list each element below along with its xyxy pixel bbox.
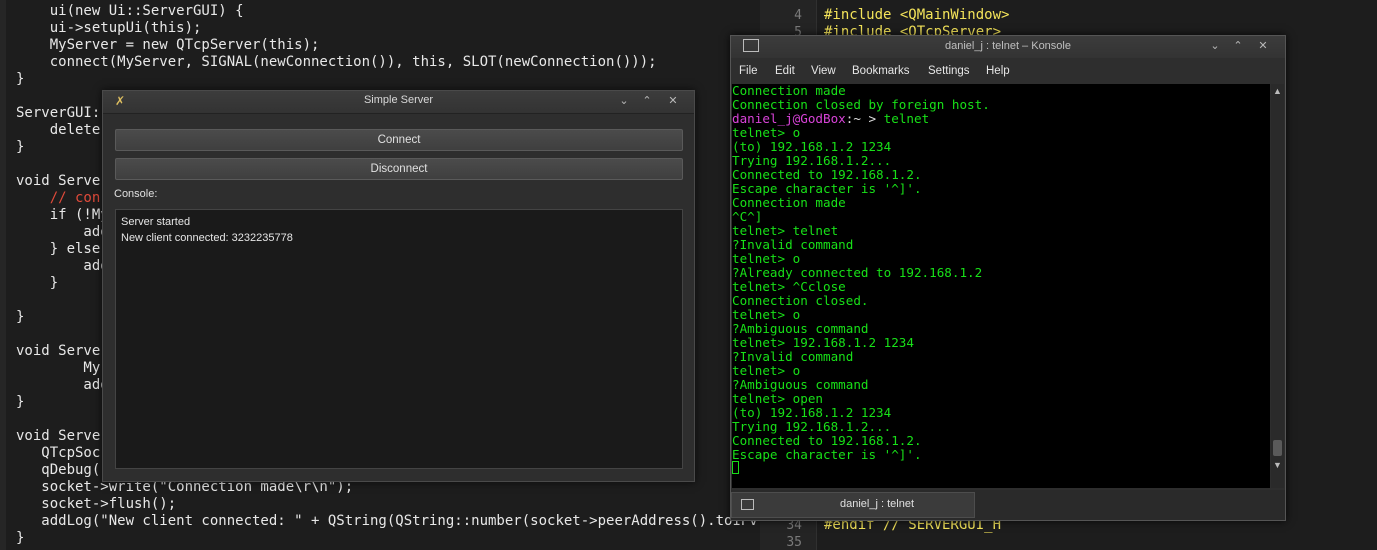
terminal-icon (741, 499, 754, 510)
code-line: delete (16, 122, 101, 138)
simple-server-window: ✗ Simple Server ⌄ ⌃ ✕ Connect Disconnect… (102, 90, 695, 482)
code-line: My (16, 360, 101, 376)
tab-bar: daniel_j : telnet (731, 490, 1285, 520)
terminal-line: Connected to 192.168.1.2. (732, 167, 922, 182)
terminal-line: telnet> o (732, 307, 801, 322)
terminal-line: Connected to 192.168.1.2. (732, 433, 922, 448)
code-line: ServerGUI:: (16, 105, 109, 121)
connect-button[interactable]: Connect (115, 129, 683, 151)
terminal-line: ^C^] (732, 209, 763, 224)
terminal-line: telnet> telnet (732, 223, 839, 238)
tab-label: daniel_j : telnet (840, 498, 914, 510)
terminal-line: (to) 192.168.1.2 1234 (732, 405, 892, 420)
terminal-line: telnet> o (732, 251, 801, 266)
maximize-chevron-up-icon[interactable]: ⌃ (639, 94, 655, 108)
window-titlebar[interactable]: ✗ Simple Server ⌄ ⌃ ✕ (103, 91, 694, 114)
code-line: MyServer = new QTcpServer(this); (16, 37, 320, 53)
terminal-line: Connection closed. (732, 293, 869, 308)
code-line: if (!My (16, 207, 109, 223)
prompt-user: daniel_j@GodBox (732, 111, 846, 126)
window-title: Simple Server (363, 94, 434, 106)
terminal-line: ?Invalid command (732, 349, 854, 364)
menu-file[interactable]: File (739, 65, 758, 77)
console-log[interactable]: Server started New client connected: 323… (115, 209, 683, 469)
line-number: 4 (794, 8, 802, 23)
code-line: } (16, 275, 59, 291)
close-icon[interactable]: ✕ (665, 94, 681, 108)
terminal-line: Trying 192.168.1.2... (732, 419, 892, 434)
terminal-line: telnet> open (732, 391, 823, 406)
code-line: void Serve (16, 343, 101, 359)
menu-help[interactable]: Help (986, 65, 1010, 77)
code-line: // con (16, 190, 101, 206)
terminal-line: Trying 192.168.1.2... (732, 153, 892, 168)
menu-settings[interactable]: Settings (928, 65, 970, 77)
menu-bookmarks[interactable]: Bookmarks (852, 65, 910, 77)
code-line: } (16, 309, 25, 325)
terminal-line: telnet> 192.168.1.2 1234 (732, 335, 914, 350)
terminal-line: (to) 192.168.1.2 1234 (732, 139, 892, 154)
terminal-cursor (732, 461, 739, 474)
terminal-line: ?Already connected to 192.168.1.2 (732, 265, 983, 280)
code-line: } (16, 71, 25, 87)
code-line: #include <QMainWindow> (824, 7, 1010, 23)
terminal-line: ?Invalid command (732, 237, 854, 252)
code-line: } (16, 139, 25, 155)
menu-bar: File Edit View Bookmarks Settings Help (731, 62, 1285, 82)
konsole-window: daniel_j : telnet – Konsole ⌄ ⌃ ✕ File E… (730, 35, 1286, 521)
code-line: ui->setupUi(this); (16, 20, 202, 36)
window-titlebar[interactable]: daniel_j : telnet – Konsole ⌄ ⌃ ✕ (731, 36, 1285, 58)
terminal-scrollbar[interactable]: ▲ ▼ (1271, 84, 1284, 488)
disconnect-button[interactable]: Disconnect (115, 158, 683, 180)
terminal-line: Connection made (732, 195, 846, 210)
terminal-line: telnet> ^Cclose (732, 279, 846, 294)
code-line: add (16, 377, 109, 393)
scroll-up-icon[interactable]: ▲ (1271, 84, 1284, 98)
console-line: Server started (121, 216, 191, 228)
terminal-line: Escape character is '^]'. (732, 181, 922, 196)
terminal-line: ?Ambiguous command (732, 377, 869, 392)
menu-view[interactable]: View (811, 65, 836, 77)
code-line: ui(new Ui::ServerGUI) { (16, 3, 244, 19)
menu-edit[interactable]: Edit (775, 65, 795, 77)
close-icon[interactable]: ✕ (1255, 39, 1271, 53)
code-line: addLog("New client connected: " + QStrin… (16, 513, 758, 529)
code-line: add (16, 224, 109, 240)
prompt-path: :~ > (845, 111, 884, 126)
terminal-line: ?Ambiguous command (732, 321, 869, 336)
code-line: } (16, 394, 25, 410)
terminal-line: Connection closed by foreign host. (732, 97, 990, 112)
code-line: } else (16, 241, 101, 257)
console-line: New client connected: 3232235778 (121, 232, 293, 244)
terminal-line: Escape character is '^]'. (732, 447, 922, 462)
tab-telnet[interactable]: daniel_j : telnet (731, 492, 975, 518)
scroll-down-icon[interactable]: ▼ (1271, 458, 1284, 472)
menu-chevron-down-icon[interactable]: ⌄ (1207, 39, 1223, 53)
code-line: QTcpSoc (16, 445, 101, 461)
code-line: void Serve (16, 173, 101, 189)
menu-chevron-down-icon[interactable]: ⌄ (616, 94, 632, 108)
code-line: socket->flush(); (16, 496, 177, 512)
terminal-line: daniel_j@GodBox:~ > telnet (732, 112, 929, 126)
maximize-chevron-up-icon[interactable]: ⌃ (1230, 39, 1246, 53)
window-title: daniel_j : telnet – Konsole (945, 40, 1071, 52)
code-line: qDebug( (16, 462, 101, 478)
terminal-line: telnet> o (732, 363, 801, 378)
code-line: add (16, 258, 109, 274)
line-number: 35 (786, 535, 802, 550)
code-line: connect(MyServer, SIGNAL(newConnection()… (16, 54, 657, 70)
terminal-line: telnet> o (732, 125, 801, 140)
code-line: void Serve (16, 428, 101, 444)
console-label: Console: (114, 188, 158, 200)
terminal-line: Connection made (732, 84, 846, 98)
editor-gutter (0, 0, 6, 550)
terminal-output[interactable]: Connection made Connection closed by fore… (732, 84, 1270, 488)
code-line: } (16, 530, 25, 546)
scroll-thumb[interactable] (1273, 440, 1282, 456)
prompt-command: telnet (883, 111, 930, 126)
